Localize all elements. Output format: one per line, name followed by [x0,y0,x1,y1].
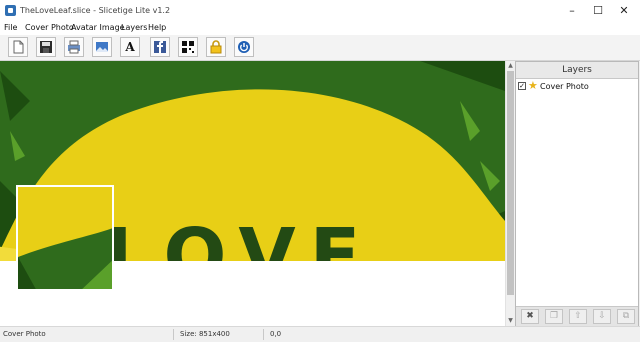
text-icon: A [125,40,135,54]
title-bar: TheLoveLeaf.slice - Slicetige Lite v1.2 … [0,0,640,22]
lock-button[interactable] [206,37,226,57]
layers-title: Layers [516,62,638,79]
new-icon [13,40,24,54]
image-button[interactable] [92,37,112,57]
qr-code-button[interactable] [178,37,198,57]
app-icon [5,5,16,16]
save-button[interactable] [36,37,56,57]
move-down-button[interactable]: ⇩ [593,309,611,324]
new-button[interactable] [8,37,28,57]
scroll-down-icon[interactable]: ▼ [506,316,515,325]
status-divider [263,329,264,340]
delete-icon: ✖ [526,311,534,321]
toolbar: A [0,35,640,61]
canvas-area[interactable]: LOVE [0,61,513,326]
minimize-button[interactable]: – [558,2,586,20]
move-up-icon: ⇧ [574,311,582,321]
print-icon [68,40,80,54]
move-down-icon: ⇩ [598,311,606,321]
canvas-scrollbar[interactable]: ▲ ▼ [505,61,515,326]
status-divider [173,329,174,340]
facebook-icon [154,41,166,53]
window-title: TheLoveLeaf.slice - Slicetige Lite v1.2 [20,6,171,15]
delete-layer-button[interactable]: ✖ [521,309,539,324]
power-button[interactable] [234,37,254,57]
status-layer: Cover Photo [3,330,46,338]
merge-button[interactable]: ⧉ [617,309,635,324]
layers-panel: Layers ✓ ★ Cover Photo ✖ ❐ ⇧ ⇩ ⧉ [515,61,639,326]
maximize-button[interactable]: ☐ [584,2,612,20]
star-icon: ★ [528,79,538,92]
avatar-image [18,187,112,289]
layers-toolbar: ✖ ❐ ⇧ ⇩ ⧉ [516,306,638,326]
status-size: Size: 851x400 [180,330,230,338]
scroll-thumb[interactable] [507,71,514,295]
scroll-up-icon[interactable]: ▲ [506,61,515,70]
lock-icon [210,40,222,54]
close-button[interactable]: ✕ [610,2,638,20]
qr-code-icon [182,41,194,53]
status-coords: 0,0 [270,330,282,338]
layer-visibility-checkbox[interactable]: ✓ [518,82,526,90]
layer-item[interactable]: ✓ ★ Cover Photo [518,79,636,93]
duplicate-icon: ❐ [549,311,559,321]
print-button[interactable] [64,37,84,57]
menu-help[interactable]: Help [148,23,166,32]
duplicate-layer-button[interactable]: ❐ [545,309,563,324]
text-button[interactable]: A [120,37,140,57]
menu-avatar-image[interactable]: Avatar Image [71,23,125,32]
facebook-button[interactable] [150,37,170,57]
image-icon [96,42,108,52]
layer-label: Cover Photo [540,82,589,91]
save-icon [40,41,52,53]
menu-file[interactable]: File [4,23,17,32]
merge-icon: ⧉ [622,311,630,321]
move-up-button[interactable]: ⇧ [569,309,587,324]
menu-layers[interactable]: Layers [121,23,147,32]
menu-cover-photo[interactable]: Cover Photo [25,23,74,32]
status-bar: Cover Photo Size: 851x400 0,0 [0,326,640,342]
power-icon [238,41,250,53]
menu-bar: File Cover Photo Avatar Image Layers Hel… [0,22,640,35]
avatar-frame[interactable] [16,185,114,291]
